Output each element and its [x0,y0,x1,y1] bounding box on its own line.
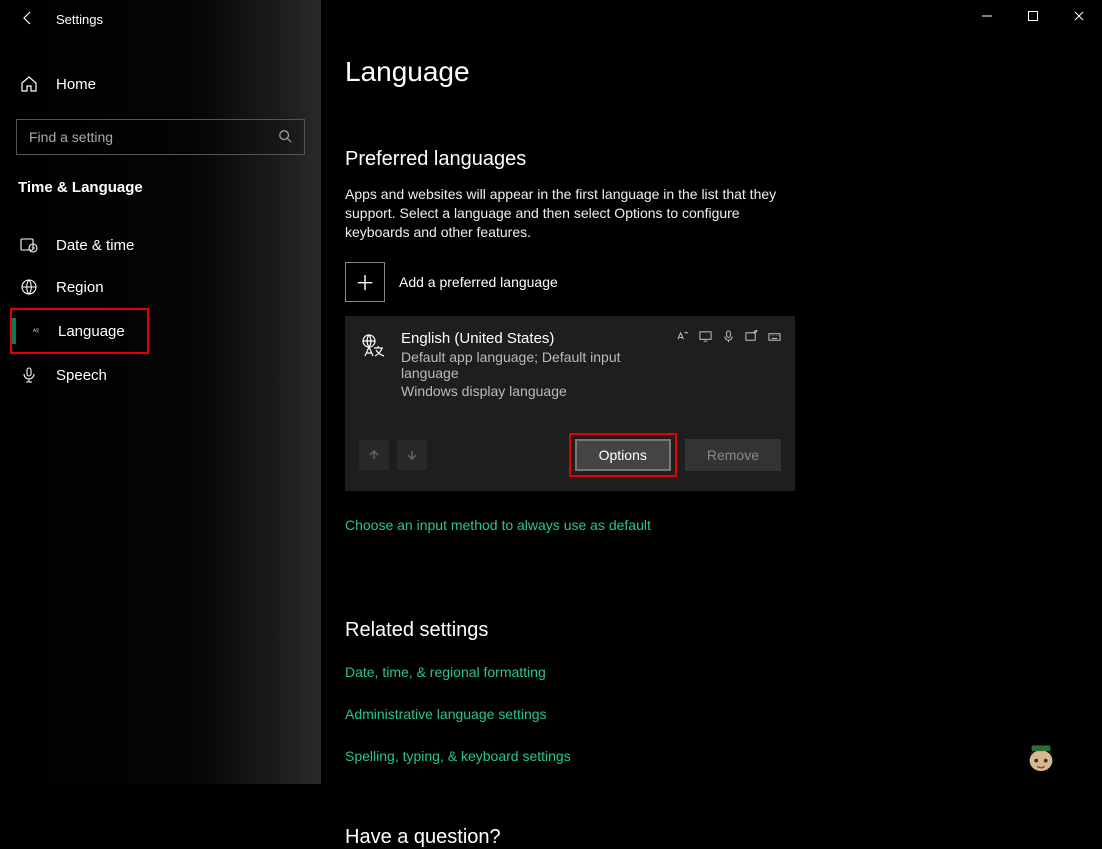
handwriting-icon [745,330,758,346]
close-button[interactable] [1056,0,1102,32]
section-related-settings: Related settings [345,619,1102,642]
display-icon [699,330,712,346]
sidebar-item-date-time[interactable]: Date & time [0,224,321,266]
input-method-link[interactable]: Choose an input method to always use as … [345,517,1102,533]
language-subtitle-1: Default app language; Default input lang… [401,349,662,381]
move-down-button [397,440,427,470]
language-card[interactable]: English (United States) Default app lang… [345,316,795,491]
link-admin-language[interactable]: Administrative language settings [345,706,1102,722]
content-area: Language Preferred languages Apps and we… [321,0,1102,784]
remove-button: Remove [685,439,781,471]
language-subtitle-2: Windows display language [401,383,662,399]
link-spelling-typing[interactable]: Spelling, typing, & keyboard settings [345,748,1102,764]
maximize-button[interactable] [1010,0,1056,32]
keyboard-icon [768,330,781,346]
search-box[interactable] [16,119,305,155]
sidebar: Settings Home Time & Language Date & tim… [0,0,321,784]
home-icon [20,75,38,93]
section-description: Apps and websites will appear in the fir… [345,185,795,242]
calendar-clock-icon [20,236,38,254]
sidebar-item-home[interactable]: Home [0,65,321,103]
title-bar: Settings [0,0,321,39]
app-title: Settings [56,12,103,27]
add-language-button[interactable]: ＋ Add a preferred language [345,262,1102,302]
speech-icon [722,330,735,346]
page-title: Language [345,56,1102,88]
search-input[interactable] [29,129,278,145]
add-language-label: Add a preferred language [399,274,558,290]
sidebar-item-label: Region [56,279,104,296]
sidebar-item-region[interactable]: Region [0,266,321,308]
move-up-button [359,440,389,470]
plus-icon: ＋ [345,262,385,302]
home-label: Home [56,76,96,93]
sidebar-item-label: Date & time [56,237,134,254]
sidebar-heading: Time & Language [0,155,321,202]
microphone-icon [20,366,38,384]
sidebar-item-language[interactable]: Language [10,308,149,354]
sidebar-item-label: Language [58,323,125,340]
text-to-speech-icon [676,330,689,346]
language-feature-icons [676,330,781,399]
options-button-highlight: Options [569,433,677,477]
language-name: English (United States) [401,330,662,347]
section-preferred-languages: Preferred languages [345,148,1102,171]
section-have-question: Have a question? [345,826,1102,849]
sidebar-item-speech[interactable]: Speech [0,354,321,396]
link-date-time-formatting[interactable]: Date, time, & regional formatting [345,664,1102,680]
sidebar-item-label: Speech [56,367,107,384]
minimize-button[interactable] [964,0,1010,32]
language-icon [22,322,40,340]
window-controls [964,0,1102,32]
options-button[interactable]: Options [575,439,671,471]
search-icon [278,129,292,146]
language-glyph-icon [359,332,387,399]
mascot-avatar [1022,734,1060,774]
back-button[interactable] [20,10,36,29]
globe-icon [20,278,38,296]
